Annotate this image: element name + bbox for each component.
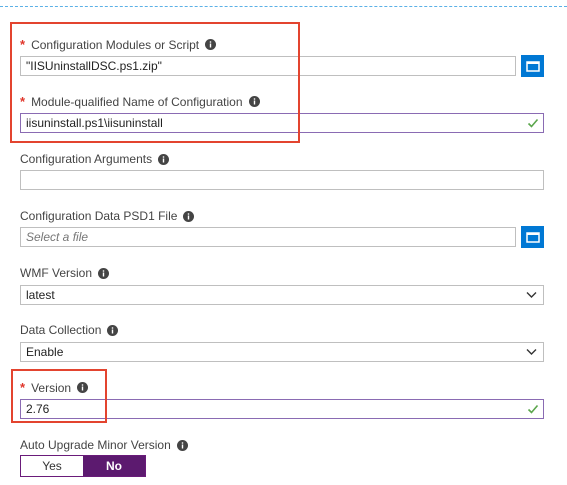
info-icon[interactable]: [176, 439, 188, 451]
config-data-label-text: Configuration Data PSD1 File: [20, 209, 178, 223]
auto-upgrade-toggle[interactable]: Yes No: [20, 455, 146, 477]
auto-upgrade-no-option[interactable]: No: [83, 456, 145, 476]
chevron-down-icon: [526, 292, 537, 298]
wmf-version-label-text: WMF Version: [20, 266, 93, 280]
info-icon[interactable]: [107, 324, 119, 336]
data-collection-label: Data Collection: [20, 323, 119, 337]
chevron-down-icon: [526, 349, 537, 355]
config-data-placeholder: Select a file: [26, 230, 89, 244]
auto-upgrade-label-text: Auto Upgrade Minor Version: [20, 438, 171, 452]
data-collection-select[interactable]: Enable: [20, 342, 544, 362]
check-icon: [527, 118, 539, 128]
wmf-version-value: latest: [26, 288, 55, 302]
info-icon[interactable]: [158, 153, 170, 165]
data-collection-value: Enable: [26, 345, 64, 359]
info-icon[interactable]: [98, 267, 110, 279]
config-args-input[interactable]: [20, 170, 544, 190]
config-args-label-text: Configuration Arguments: [20, 152, 153, 166]
highlight-box-version: [11, 369, 107, 423]
folder-icon: [525, 61, 540, 72]
config-data-input[interactable]: Select a file: [20, 227, 516, 247]
config-args-label: Configuration Arguments: [20, 152, 170, 166]
top-divider: [0, 6, 567, 7]
auto-upgrade-yes-option[interactable]: Yes: [21, 456, 83, 476]
config-data-label: Configuration Data PSD1 File: [20, 209, 195, 223]
data-collection-label-text: Data Collection: [20, 323, 102, 337]
wmf-version-select[interactable]: latest: [20, 285, 544, 305]
auto-upgrade-label: Auto Upgrade Minor Version: [20, 438, 188, 452]
config-data-file-button[interactable]: [521, 226, 544, 248]
check-icon: [527, 404, 539, 414]
config-script-file-button[interactable]: [521, 55, 544, 77]
wmf-version-label: WMF Version: [20, 266, 110, 280]
highlight-box-config: [10, 22, 300, 143]
folder-icon: [525, 232, 540, 243]
info-icon[interactable]: [183, 210, 195, 222]
